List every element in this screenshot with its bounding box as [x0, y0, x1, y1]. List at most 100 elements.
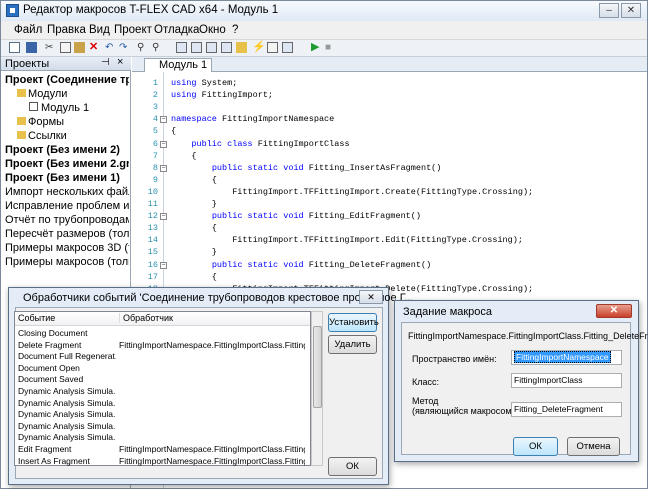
module-icon — [29, 102, 38, 111]
table-row[interactable]: Dynamic Analysis Simula... — [15, 386, 310, 397]
code-line: { — [171, 150, 197, 161]
undo-icon[interactable]: ↶ — [105, 42, 116, 53]
indent-icon[interactable] — [176, 42, 187, 53]
outdent-icon[interactable] — [191, 42, 202, 53]
code-line: FittingImport.TFFittingImport.Edit(Fitti… — [171, 235, 523, 246]
tree-item-project[interactable]: Пересчёт размеров (только — [5, 227, 129, 241]
redo-icon[interactable]: ↷ — [119, 42, 130, 53]
tree-item-project[interactable]: Отчёт по трубопроводам (то — [5, 213, 129, 227]
tree-item-project[interactable]: Проект (Без имени 2.grb) — [5, 157, 129, 171]
comment-icon[interactable] — [206, 42, 217, 53]
cut-icon[interactable]: ✂ — [45, 42, 56, 53]
fold-toggle-icon[interactable]: − — [160, 140, 167, 148]
menu-edit[interactable]: Правка — [47, 24, 86, 36]
event-name: Dynamic Analysis Simula... — [18, 432, 116, 443]
table-row[interactable]: Document Saved — [15, 374, 310, 385]
code-line: public static void Fitting_DeleteFragmen… — [211, 259, 432, 270]
events-scrollbar[interactable] — [311, 311, 323, 466]
event-name: Document Full Regenerat... — [18, 351, 116, 362]
event-name: Delete Fragment — [18, 339, 82, 350]
close-icon[interactable]: ✕ — [359, 290, 383, 304]
find-next-icon[interactable]: ⚲ — [152, 42, 163, 53]
build-icon[interactable]: ⚡ — [252, 42, 266, 53]
line-number: 15 — [147, 247, 158, 258]
tree-item-project-current[interactable]: Проект (Соединение трубо — [5, 73, 129, 87]
uncomment-icon[interactable] — [221, 42, 232, 53]
code-line: public static void Fitting_EditFragment(… — [211, 211, 421, 222]
table-row[interactable]: Dynamic Analysis Simula... — [15, 421, 310, 432]
table-row[interactable]: Dynamic Analysis Simula... — [15, 398, 310, 409]
column-header-event[interactable]: Событие — [18, 313, 55, 323]
caption-buttons: – ✕ — [599, 3, 643, 18]
menu-view[interactable]: Вид — [89, 24, 110, 36]
install-button[interactable]: Установить — [328, 313, 379, 332]
tree-item-project[interactable]: Исправление проблем импо — [5, 199, 129, 213]
tree-item-modules[interactable]: Модули — [17, 87, 141, 101]
table-row[interactable]: Dynamic Analysis Simula... — [15, 432, 310, 443]
table-row[interactable]: Delete Fragment FittingImportNamespace.Fi… — [15, 340, 310, 351]
class-field[interactable]: FittingImportClass — [511, 373, 622, 388]
cancel-button[interactable]: Отмена — [567, 437, 620, 456]
folder-icon[interactable] — [236, 42, 247, 53]
column-header-handler[interactable]: Обработчик — [119, 313, 173, 323]
code-line: { — [171, 174, 217, 185]
delete-button[interactable]: Удалить — [328, 335, 377, 354]
tree-item-references[interactable]: Ссылки — [17, 129, 141, 143]
menu-project[interactable]: Проект — [114, 24, 152, 36]
menu-help[interactable]: ? — [232, 24, 238, 36]
close-icon[interactable]: ✕ — [621, 3, 641, 18]
new-file-icon[interactable] — [9, 42, 20, 53]
line-number: 12 — [147, 211, 158, 222]
delete-icon[interactable]: ✕ — [89, 42, 100, 53]
app-icon — [6, 4, 19, 17]
find-icon[interactable]: ⚲ — [137, 42, 148, 53]
folder-icon — [17, 89, 26, 97]
tree-item-forms[interactable]: Формы — [17, 115, 141, 129]
menu-window[interactable]: Окно — [199, 24, 226, 36]
tree-item-project[interactable]: Примеры макросов (только — [5, 255, 129, 269]
method-field[interactable]: Fitting_DeleteFragment — [511, 402, 622, 417]
events-ok-button[interactable]: ОК — [328, 457, 377, 476]
fold-toggle-icon[interactable]: − — [160, 164, 167, 172]
paste-icon[interactable] — [74, 42, 85, 53]
run-icon[interactable]: ▶ — [311, 42, 322, 53]
event-name: Closing Document — [18, 328, 88, 338]
tree-item-project[interactable]: Импорт нескольких файлов — [5, 185, 129, 199]
namespace-field[interactable]: FittingImportNamespace — [511, 350, 622, 365]
menu-bar: Файл Правка Вид Проект Отладка Окно ? — [1, 21, 647, 40]
minimize-icon[interactable]: – — [599, 3, 619, 18]
tree-item-project[interactable]: Проект (Без имени 1) — [5, 171, 129, 185]
breakpoint-icon[interactable] — [267, 42, 278, 53]
table-row[interactable]: Insert As Fragment FittingImportNamespace… — [15, 456, 310, 467]
fold-toggle-icon[interactable]: − — [160, 213, 167, 221]
close-icon[interactable]: ✕ — [596, 304, 632, 318]
save-icon[interactable] — [26, 42, 37, 53]
tree-item-project[interactable]: Проект (Без имени 2) — [5, 143, 129, 157]
macro-ok-button[interactable]: ОК — [513, 437, 558, 456]
macro-dialog-body — [401, 322, 631, 455]
panel-close-icon[interactable]: × — [117, 56, 123, 68]
table-row[interactable]: Edit Fragment FittingImportNamespace.Fitt… — [15, 444, 310, 455]
table-row[interactable]: Document Full Regenerat... — [15, 351, 310, 362]
table-row[interactable]: Closing Document — [15, 328, 310, 339]
fold-toggle-icon[interactable]: − — [160, 261, 167, 269]
events-list[interactable]: Событие Обработчик Closing Document Delet… — [14, 311, 311, 466]
tree-item-project[interactable]: Примеры макросов 3D (толь — [5, 241, 129, 255]
tab-module-1[interactable]: Модуль 1 — [144, 58, 213, 72]
line-number: 5 — [152, 126, 158, 137]
settings-icon[interactable] — [282, 42, 293, 53]
copy-icon[interactable] — [60, 42, 71, 53]
event-handler: FittingImportNamespace.FittingImportClas… — [119, 455, 305, 466]
pin-icon[interactable]: ⊣ — [101, 57, 110, 68]
scrollbar-thumb[interactable] — [313, 326, 322, 408]
events-dialog-title: Обработчики событий 'Соединение трубопро… — [23, 292, 414, 304]
code-line: public static void Fitting_InsertAsFragm… — [211, 162, 442, 173]
table-row[interactable]: Dynamic Analysis Simula... — [15, 409, 310, 420]
line-number: 11 — [147, 199, 158, 209]
stop-icon[interactable]: ■ — [325, 42, 336, 53]
menu-file[interactable]: Файл — [14, 24, 42, 36]
menu-debug[interactable]: Отладка — [154, 24, 199, 36]
table-row[interactable]: Document Open — [15, 363, 310, 374]
tab-label: Модуль 1 — [159, 59, 208, 71]
fold-toggle-icon[interactable]: − — [160, 116, 167, 124]
